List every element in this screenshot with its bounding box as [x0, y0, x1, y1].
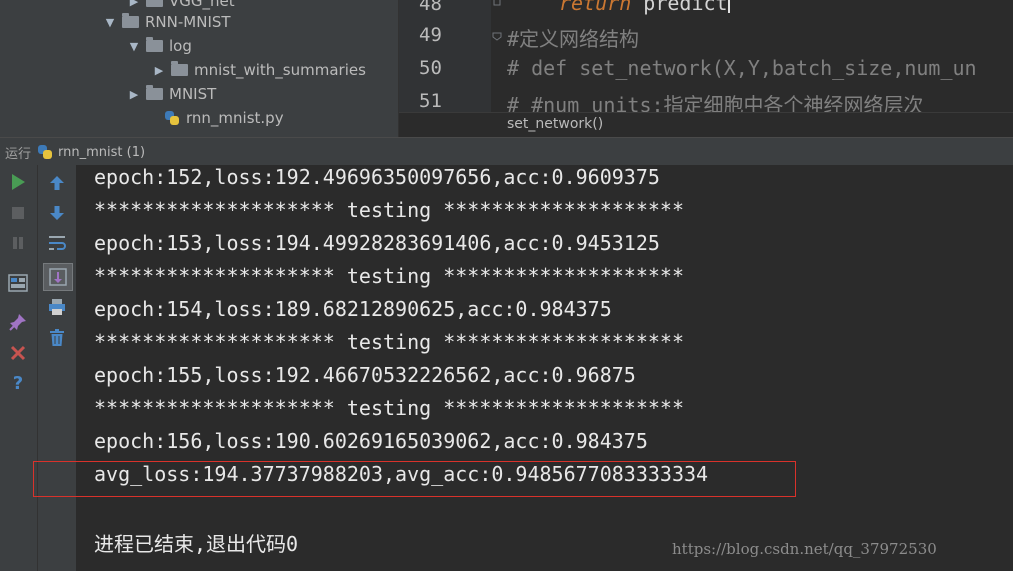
run-toolbar-right — [37, 165, 76, 571]
tree-item-label: VGG_net — [169, 0, 235, 10]
pin-icon[interactable] — [6, 310, 30, 334]
close-icon[interactable] — [6, 341, 30, 365]
scroll-to-end-icon[interactable] — [43, 263, 73, 291]
console-line: epoch:156,loss:190.60269165039062,acc:0.… — [94, 429, 648, 453]
line-number: 50 — [419, 57, 442, 79]
folder-icon — [171, 61, 188, 76]
pause-icon[interactable] — [6, 231, 30, 255]
breadcrumb-item[interactable]: set_network() — [507, 116, 603, 132]
collapse-arrow-icon[interactable]: ▼ — [104, 16, 116, 29]
console-line: epoch:155,loss:192.46670532226562,acc:0.… — [94, 363, 636, 387]
help-icon[interactable]: ? — [6, 371, 30, 395]
console-line: epoch:153,loss:194.49928283691406,acc:0.… — [94, 231, 660, 255]
console-line-exit: 进程已结束,退出代码0 — [94, 532, 299, 556]
tree-item-label: mnist_with_summaries — [194, 61, 366, 79]
console-line: ******************** testing ***********… — [94, 198, 685, 222]
tree-item-label: log — [169, 37, 192, 55]
stop-icon[interactable] — [6, 201, 30, 225]
code-keyword: return — [559, 0, 632, 15]
line-number: 51 — [419, 90, 442, 112]
run-label: 运行 — [5, 146, 32, 162]
layout-icon[interactable] — [6, 271, 30, 295]
run-tab[interactable]: rnn_mnist (1) — [37, 144, 145, 160]
tree-item-label: rnn_mnist.py — [186, 109, 284, 127]
expand-arrow-icon[interactable]: ▶ — [128, 88, 140, 101]
code-text: predict — [631, 0, 728, 15]
python-file-icon — [164, 110, 180, 126]
scroll-down-icon[interactable] — [45, 201, 69, 225]
console-output[interactable]: epoch:152,loss:192.49696350097656,acc:0.… — [76, 165, 1013, 571]
code-line-50[interactable]: # def set_network(X,Y,batch_size,num_un — [507, 56, 977, 80]
expand-arrow-icon[interactable]: ▶ — [128, 0, 140, 8]
folder-icon — [146, 0, 163, 7]
soft-wrap-icon[interactable] — [45, 231, 69, 255]
run-icon[interactable] — [6, 170, 30, 194]
tree-item-label: MNIST — [169, 85, 217, 103]
console-line: epoch:154,loss:189.68212890625,acc:0.984… — [94, 297, 612, 321]
fold-marker-icon[interactable] — [491, 30, 503, 42]
line-number: 48 — [419, 0, 442, 15]
run-tab-title: rnn_mnist (1) — [58, 144, 146, 160]
console-line: ******************** testing ***********… — [94, 330, 685, 354]
tree-item-label: RNN-MNIST — [145, 13, 231, 31]
annotation-highlight-box — [33, 461, 796, 497]
text-caret — [727, 0, 730, 13]
project-tree: ▶ VGG_net ▼ RNN-MNIST ▼ log ▶ mnist_with… — [0, 0, 398, 137]
console-line: epoch:152,loss:192.49696350097656,acc:0.… — [94, 165, 660, 189]
run-toolwindow-header: 运行 rnn_mnist (1) — [0, 137, 1013, 166]
expand-arrow-icon[interactable]: ▶ — [153, 64, 165, 77]
folder-icon — [146, 37, 163, 52]
tree-item-rnn-mnist-py[interactable]: rnn_mnist.py — [146, 107, 284, 129]
scroll-up-icon[interactable] — [45, 171, 69, 195]
tree-item-mnist[interactable]: ▶ MNIST — [128, 83, 216, 105]
trash-icon[interactable] — [45, 326, 69, 350]
code-line-49[interactable]: #定义网络结构 — [507, 23, 639, 52]
print-icon[interactable] — [45, 295, 69, 319]
tree-item-mnist-with-summaries[interactable]: ▶ mnist_with_summaries — [153, 59, 366, 81]
fold-marker-icon[interactable] — [491, 0, 503, 8]
tree-item-log[interactable]: ▼ log — [128, 35, 192, 57]
code-editor[interactable]: 48 return predict 49 #定义网络结构 50 # def se… — [398, 0, 1013, 137]
run-toolbar-left: ? — [0, 165, 37, 571]
line-number: 49 — [419, 24, 442, 46]
console-line: ******************** testing ***********… — [94, 264, 685, 288]
console-line: ******************** testing ***********… — [94, 396, 685, 420]
folder-icon — [146, 85, 163, 100]
editor-breadcrumb: set_network() — [399, 112, 1013, 137]
watermark: https://blog.csdn.net/qq_37972530 — [672, 540, 937, 558]
collapse-arrow-icon[interactable]: ▼ — [128, 40, 140, 53]
code-line-48[interactable]: return predict — [559, 0, 730, 15]
python-file-icon — [37, 144, 53, 160]
tree-item-rnn-mnist[interactable]: ▼ RNN-MNIST — [104, 11, 231, 33]
folder-icon — [122, 13, 139, 28]
